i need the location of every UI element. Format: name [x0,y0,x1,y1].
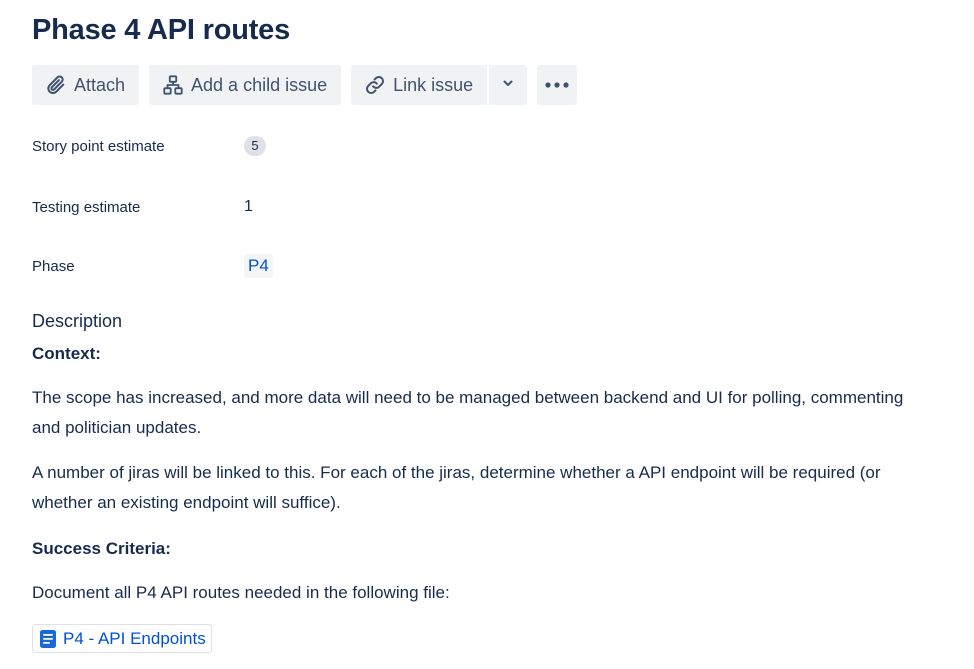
field-testing-estimate: Testing estimate 1 [32,195,632,219]
chevron-down-icon [501,76,515,95]
description-paragraph[interactable]: The scope has increased, and more data w… [32,383,932,443]
issue-toolbar: Attach Add a child issue Link issue [32,65,578,105]
description-heading: Description [32,311,123,331]
field-value[interactable]: 5 [244,136,266,156]
phase-tag[interactable]: P4 [244,254,273,278]
hierarchy-icon [161,73,185,97]
attach-button[interactable]: Attach [32,65,140,105]
more-icon [544,76,570,94]
add-child-issue-button[interactable]: Add a child issue [149,65,342,105]
more-actions-button[interactable] [537,65,578,105]
field-label: Testing estimate [32,198,141,216]
field-value[interactable]: P4 [244,254,273,278]
document-icon [38,629,58,649]
link-issue-label: Link issue [393,74,474,95]
field-value[interactable]: 1 [244,198,253,216]
link-issue-button[interactable]: Link issue [351,65,488,105]
add-child-issue-label: Add a child issue [191,74,328,95]
description-paragraph[interactable]: A number of jiras will be linked to this… [32,458,932,518]
field-label: Phase [32,257,75,275]
link-issue-split-button: Link issue [351,65,528,105]
context-heading: Context: [32,344,101,363]
field-label: Story point estimate [32,137,165,155]
issue-title[interactable]: Phase 4 API routes [32,14,290,47]
issue-view: Phase 4 API routes Attach Add a child is… [0,0,974,669]
field-story-point-estimate: Story point estimate 5 [32,134,632,158]
document-link[interactable]: P4 - API Endpoints [32,624,212,653]
attach-label: Attach [74,74,126,95]
link-icon [363,73,387,97]
story-points-badge: 5 [244,136,266,156]
link-issue-dropdown-button[interactable] [487,65,528,105]
field-phase: Phase P4 [32,254,632,278]
document-link-label: P4 - API Endpoints [63,628,206,648]
success-criteria-heading: Success Criteria: [32,539,171,558]
paperclip-icon [44,73,68,97]
description-paragraph[interactable]: Document all P4 API routes needed in the… [32,578,932,608]
